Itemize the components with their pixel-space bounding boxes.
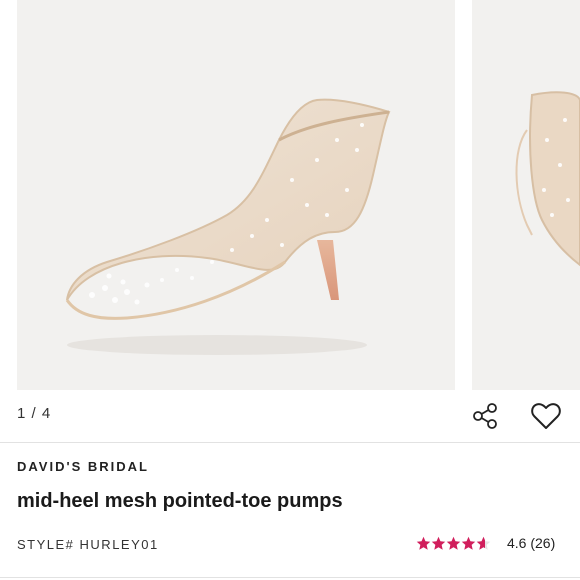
star-full-icon (431, 536, 446, 550)
star-full-icon (446, 536, 461, 550)
style-number: STYLE# HURLEY01 (17, 537, 159, 552)
heart-icon (531, 403, 561, 429)
rating-summary: 4.6 (26) (507, 535, 556, 551)
product-image-main[interactable] (17, 0, 455, 390)
share-icon (473, 403, 497, 429)
shoe-peek-illustration (472, 0, 580, 390)
product-rating[interactable]: 4.6 (26) (416, 535, 555, 551)
image-gallery[interactable] (0, 0, 580, 390)
image-counter: 1 / 4 (17, 405, 52, 422)
favorite-button[interactable] (528, 398, 564, 434)
bottom-divider (0, 577, 580, 578)
star-full-icon (461, 536, 476, 550)
star-full-icon (416, 536, 431, 550)
brand-name[interactable]: DAVID'S BRIDAL (17, 459, 149, 474)
product-image-next[interactable] (472, 0, 580, 390)
shoe-illustration (17, 0, 455, 390)
share-button[interactable] (467, 398, 503, 434)
section-divider (0, 442, 580, 443)
rating-stars (416, 536, 491, 551)
star-partial-icon (476, 536, 491, 550)
product-title: mid-heel mesh pointed-toe pumps (17, 490, 343, 512)
